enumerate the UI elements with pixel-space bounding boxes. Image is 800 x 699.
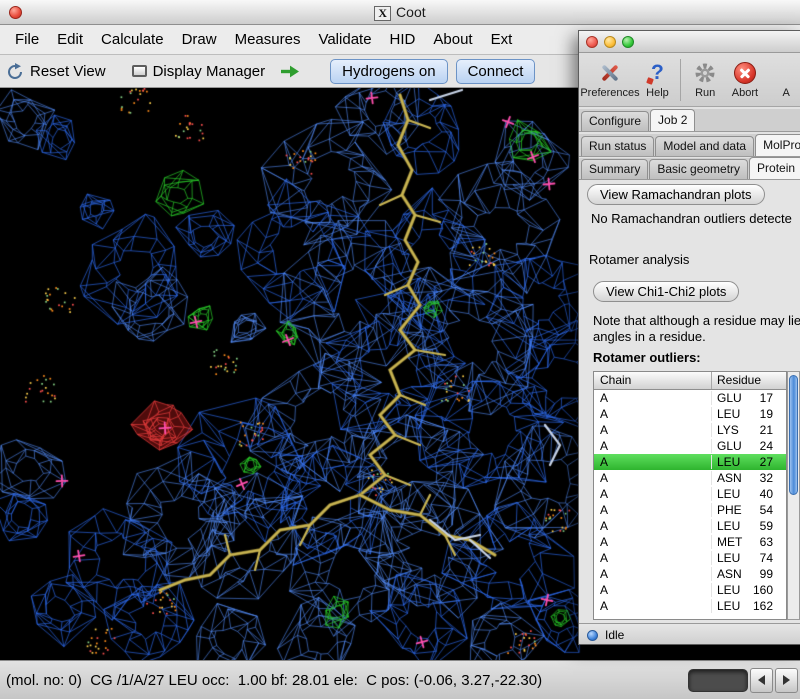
molprobity-dialog: Preferences ? Help Run Abort A Configure…	[578, 30, 800, 645]
tabstrip-molprobity-sections: Summary Basic geometry Protein C	[579, 158, 800, 180]
run-label: Run	[695, 87, 715, 99]
connect-toggle-button[interactable]: Connect	[456, 59, 536, 84]
dialog-title-bar[interactable]	[579, 31, 800, 53]
table-scrollbar[interactable]	[787, 371, 800, 620]
horizontal-scrollbar[interactable]	[688, 664, 798, 696]
preferences-button[interactable]: Preferences	[581, 55, 639, 105]
outlier-table-body: AGLU17ALEU19ALYS21AGLU24ALEU27AASN32ALEU…	[594, 390, 786, 614]
green-arrow-icon[interactable]	[279, 64, 300, 79]
window-title-text: Coot	[396, 4, 426, 20]
hydrogens-toggle-button[interactable]: Hydrogens on	[330, 59, 447, 84]
scroll-right-button[interactable]	[775, 668, 798, 693]
protein-tab-content: View Ramachandran plots No Ramachandran …	[579, 180, 800, 623]
rotamer-note-line2: angles in a residue.	[593, 329, 706, 344]
table-row[interactable]: ALEU74	[594, 550, 786, 566]
atom-status-text: (mol. no: 0) CG /1/A/27 LEU occ: 1.00 bf…	[6, 672, 542, 689]
toolbar-separator	[680, 59, 681, 101]
dialog-close-button[interactable]	[586, 36, 598, 48]
tab-basic-geometry[interactable]: Basic geometry	[649, 159, 748, 179]
preferences-label: Preferences	[580, 87, 639, 99]
menu-validate[interactable]: Validate	[309, 31, 380, 48]
reset-view-icon[interactable]	[6, 63, 24, 80]
menu-file[interactable]: File	[6, 31, 48, 48]
table-row[interactable]: ALEU160	[594, 582, 786, 598]
dialog-toolbar: Preferences ? Help Run Abort A	[579, 53, 800, 107]
help-icon: ?	[644, 60, 670, 86]
dialog-status-bar: Idle	[579, 623, 800, 645]
view-chi1-chi2-plots-button[interactable]: View Chi1-Chi2 plots	[593, 281, 739, 302]
window-title: X Coot	[0, 4, 800, 21]
tabstrip-job-pages: Run status Model and data MolProbit	[579, 134, 800, 157]
tab-run-status[interactable]: Run status	[581, 136, 654, 156]
table-row[interactable]: AMET63	[594, 534, 786, 550]
table-row[interactable]: APHE54	[594, 502, 786, 518]
gear-icon	[692, 60, 718, 86]
main-status-bar: (mol. no: 0) CG /1/A/27 LEU occ: 1.00 bf…	[0, 660, 800, 699]
abort-button[interactable]: Abort	[726, 55, 765, 105]
table-row[interactable]: AGLU17	[594, 390, 786, 406]
rotamer-outlier-table: Chain Residue AGLU17ALEU19ALYS21AGLU24AL…	[593, 371, 787, 620]
abort-icon	[732, 60, 758, 86]
menu-draw[interactable]: Draw	[173, 31, 226, 48]
view-ramachandran-plots-button[interactable]: View Ramachandran plots	[587, 184, 765, 205]
clipped-label: A	[782, 87, 789, 99]
column-header-chain[interactable]: Chain	[594, 372, 712, 389]
dialog-minimize-button[interactable]	[604, 36, 616, 48]
tab-model-and-data[interactable]: Model and data	[655, 136, 754, 156]
dialog-zoom-button[interactable]	[622, 36, 634, 48]
table-row[interactable]: AASN99	[594, 566, 786, 582]
status-indicator-icon	[587, 630, 598, 641]
dialog-status-text: Idle	[605, 628, 624, 642]
menu-ext[interactable]: Ext	[482, 31, 522, 48]
run-button[interactable]: Run	[685, 55, 726, 105]
clipped-icon	[773, 60, 799, 86]
table-row[interactable]: ALEU40	[594, 486, 786, 502]
menu-about[interactable]: About	[424, 31, 481, 48]
tab-job-2[interactable]: Job 2	[650, 109, 695, 131]
table-scrollbar-thumb[interactable]	[789, 375, 798, 495]
menu-edit[interactable]: Edit	[48, 31, 92, 48]
reset-view-button[interactable]: Reset View	[30, 63, 106, 80]
rotamer-outliers-label: Rotamer outliers:	[593, 350, 701, 365]
table-row[interactable]: ALEU162	[594, 598, 786, 614]
rotamer-note-line1: Note that although a residue may lie	[593, 313, 800, 328]
left-arrow-icon	[758, 675, 765, 685]
ramachandran-result-text: No Ramachandran outliers detecte	[591, 211, 792, 226]
x11-window-icon: X	[374, 6, 391, 21]
rotamer-analysis-label: Rotamer analysis	[589, 252, 689, 267]
table-row[interactable]: ALEU59	[594, 518, 786, 534]
table-row[interactable]: ALYS21	[594, 422, 786, 438]
table-row[interactable]: AGLU24	[594, 438, 786, 454]
menu-calculate[interactable]: Calculate	[92, 31, 173, 48]
help-label: Help	[646, 87, 669, 99]
right-arrow-icon	[783, 675, 790, 685]
column-header-residue[interactable]: Residue	[712, 372, 786, 389]
tab-protein[interactable]: Protein	[749, 157, 800, 179]
table-row[interactable]: AASN32	[594, 470, 786, 486]
display-manager-icon[interactable]	[132, 65, 147, 77]
table-row[interactable]: ALEU27	[594, 454, 786, 470]
scroll-left-button[interactable]	[750, 668, 773, 693]
scrollbar-track[interactable]	[688, 669, 748, 692]
tab-configure[interactable]: Configure	[581, 111, 649, 131]
main-title-bar[interactable]: X Coot	[0, 0, 800, 25]
help-button[interactable]: ? Help	[639, 55, 676, 105]
menu-measures[interactable]: Measures	[226, 31, 310, 48]
table-row[interactable]: ALEU19	[594, 406, 786, 422]
tab-molprobity[interactable]: MolProbit	[755, 134, 800, 156]
table-header: Chain Residue	[594, 372, 786, 390]
display-manager-button[interactable]: Display Manager	[153, 63, 266, 80]
clipped-toolbar-button[interactable]: A	[772, 55, 800, 105]
tab-summary[interactable]: Summary	[581, 159, 648, 179]
abort-label: Abort	[732, 87, 758, 99]
tabstrip-jobs: Configure Job 2	[579, 109, 800, 132]
tools-icon	[597, 60, 623, 86]
menu-hid[interactable]: HID	[381, 31, 425, 48]
